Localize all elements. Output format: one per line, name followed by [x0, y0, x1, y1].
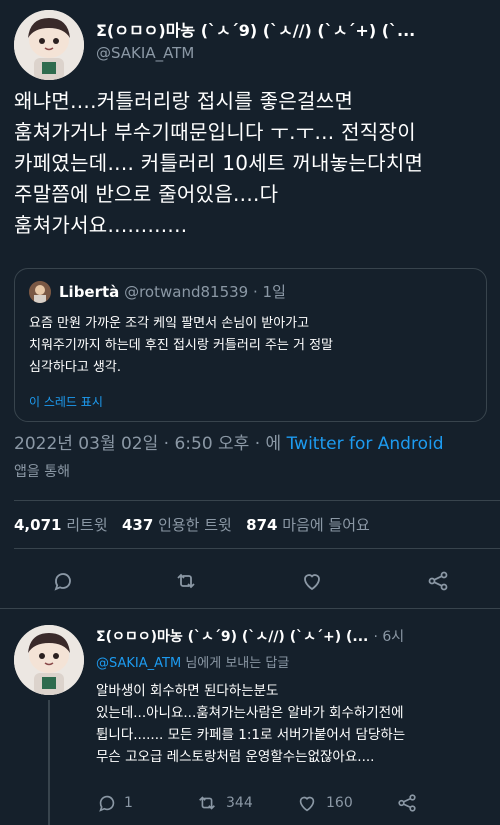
timestamp: 2022년 03월 02일 · 6:50 오후 · 에 [14, 434, 282, 454]
tweet-text-line: 카페였는데.... 커틀러리 10세트 꺼내놓는다치면 [14, 151, 424, 175]
replying-to: @SAKIA_ATM 님에게 보내는 답글 [96, 652, 289, 671]
tweet-text-line: 주말쯤에 반으로 줄어있음....다 [14, 182, 279, 206]
likes-label: 마음에 들어요 [282, 516, 370, 534]
source-suffix: 앱을 통해 [14, 464, 70, 480]
quote-text: 요즘 만원 가까운 조각 케잌 팔면서 손님이 받아가고 치워주기까지 하는데 … [29, 313, 474, 379]
like-icon[interactable] [300, 569, 324, 593]
avatar[interactable] [14, 10, 84, 80]
retweets-label: 리트윗 [66, 516, 108, 534]
reply-text-line: 알바생이 회수하면 된다하는분도 [96, 683, 279, 699]
retweets-stat[interactable]: 4,071 리트윗 [14, 516, 112, 534]
thread-line [48, 700, 50, 825]
reply-icon[interactable] [51, 569, 75, 593]
divider [14, 548, 500, 549]
retweet-icon[interactable] [174, 569, 198, 593]
replying-to-suffix: 님에게 보내는 답글 [185, 656, 290, 671]
display-name[interactable]: Σ(ㅇㅁㅇ)마농 (`ㅅ´9) (`ㅅ//) (`ㅅ´+) (`... [96, 17, 496, 41]
quote-handle: @rotwand81539 [124, 283, 249, 301]
divider [14, 500, 500, 501]
retweets-count: 4,071 [14, 516, 62, 534]
show-thread-link[interactable]: 이 스레드 표시 [29, 393, 103, 410]
tweet-text-line: 훔쳐가서요............ [14, 213, 188, 237]
reply-reply-icon[interactable] [96, 792, 118, 814]
reply-share-icon[interactable] [396, 792, 418, 814]
user-handle[interactable]: @SAKIA_ATM [96, 44, 194, 62]
reply-retweet-count: 344 [226, 795, 253, 811]
replying-to-handle[interactable]: @SAKIA_ATM [96, 656, 181, 671]
quotes-label: 인용한 트윗 [158, 516, 232, 534]
divider [0, 608, 500, 609]
tweet-meta: 2022년 03월 02일 · 6:50 오후 · 에 Twitter for … [14, 433, 494, 455]
quote-time: · 1일 [252, 283, 286, 301]
tweet-text-line: 왜냐면....커틀러리랑 접시를 좋은걸쓰면 [14, 89, 354, 113]
reply-text-line: 있는데...아니요...훔쳐가는사람은 알바가 회수하기전에 [96, 705, 404, 721]
reply-reply-count: 1 [124, 795, 133, 811]
likes-stat[interactable]: 874 마음에 들어요 [246, 516, 370, 534]
engagement-stats: 4,071 리트윗 437 인용한 트윗 874 마음에 들어요 [14, 514, 370, 535]
quote-text-line: 요즘 만원 가까운 조각 케잌 팔면서 손님이 받아가고 [29, 316, 310, 331]
quote-text-line: 심각하다고 생각. [29, 360, 121, 375]
reply-text: 알바생이 회수하면 된다하는분도 있는데...아니요...훔쳐가는사람은 알바가… [96, 680, 496, 768]
quote-avatar [29, 281, 51, 303]
quote-display-name: Libertà [59, 283, 120, 301]
reply-avatar[interactable] [14, 625, 84, 695]
reply-retweet-icon[interactable] [196, 792, 218, 814]
source-link[interactable]: Twitter for Android [287, 434, 444, 454]
reply-text-line: 튑니다....... 모든 카페를 1:1로 서버가붙어서 담당하는 [96, 727, 406, 743]
quoted-tweet[interactable]: Libertà @rotwand81539 · 1일 요즘 만원 가까운 조각 … [14, 268, 487, 422]
reply-like-icon[interactable] [296, 792, 318, 814]
quote-text-line: 치워주기까지 하는데 후진 접시랑 커틀러리 주는 거 정말 [29, 338, 334, 353]
reply-header: Σ(ㅇㅁㅇ)마농 (`ㅅ´9) (`ㅅ//) (`ㅅ´+) (... · 6시 [96, 626, 496, 646]
tweet-text: 왜냐면....커틀러리랑 접시를 좋은걸쓰면 훔쳐가거나 부수기때문입니다 ㅜ.… [14, 86, 494, 241]
likes-count: 874 [246, 516, 278, 534]
reply-text-line: 무슨 고오급 레스토랑처럼 운영할수는없잖아요.... [96, 749, 375, 765]
share-icon[interactable] [426, 569, 450, 593]
reply-display-name[interactable]: Σ(ㅇㅁㅇ)마농 (`ㅅ´9) (`ㅅ//) (`ㅅ´+) (... [96, 629, 368, 645]
reply-time: · 6시 [373, 629, 405, 645]
tweet-text-line: 훔쳐가거나 부수기때문입니다 ㅜ.ㅜ... 전직장이 [14, 120, 416, 144]
quotes-count: 437 [121, 516, 154, 534]
reply-like-count: 160 [326, 795, 353, 811]
quotes-stat[interactable]: 437 인용한 트윗 [122, 516, 237, 534]
